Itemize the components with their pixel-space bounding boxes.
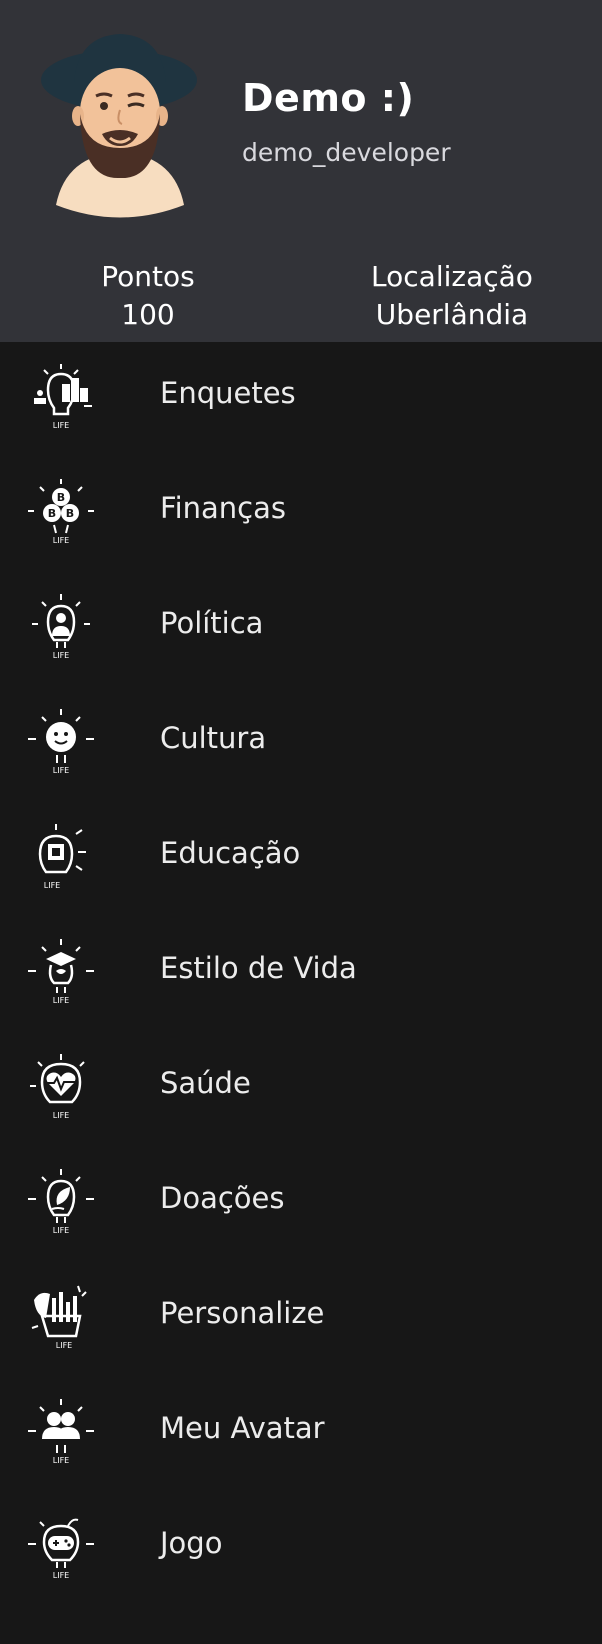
location-value: Uberlândia: [375, 298, 529, 331]
menu-item-label: Política: [160, 606, 264, 640]
points-value: 100: [121, 298, 175, 331]
profile-header: Demo :) demo_developer Pontos 100 Locali…: [0, 0, 602, 342]
bulb-heart-pulse-icon: LIFE: [30, 1054, 85, 1120]
points-label: Pontos: [101, 260, 195, 293]
bulb-ranking-icon: LIFE: [34, 364, 92, 430]
icon-caption: LIFE: [53, 536, 69, 545]
bulb-chip-icon: LIFE: [38, 824, 86, 890]
icon-caption: LIFE: [44, 881, 60, 890]
bulb-politician-icon: LIFE: [32, 594, 90, 660]
icon-caption: LIFE: [53, 651, 69, 660]
icon-caption: LIFE: [53, 1226, 69, 1235]
menu-item-label: Enquetes: [160, 376, 296, 410]
bulb-art-tools-icon: LIFE: [31, 1285, 87, 1350]
bulb-bitcoin-icon: B B B LIFE: [28, 479, 94, 545]
menu-item-meu-avatar[interactable]: LIFE Meu Avatar: [0, 1377, 602, 1477]
menu-item-educacao[interactable]: LIFE Educação: [0, 802, 602, 902]
icon-caption: LIFE: [53, 1456, 69, 1465]
avatar[interactable]: [36, 30, 204, 220]
icon-caption: LIFE: [53, 996, 69, 1005]
icon-caption: LIFE: [53, 1111, 69, 1120]
menu-item-label: Doações: [160, 1181, 285, 1215]
svg-text:B: B: [57, 491, 65, 504]
profile-name: Demo :): [242, 76, 415, 120]
menu-item-estilo-de-vida[interactable]: LIFE Estilo de Vida: [0, 917, 602, 1017]
bulb-gamepad-icon: LIFE: [28, 1518, 94, 1580]
menu-item-doacoes[interactable]: LIFE Doações: [0, 1147, 602, 1247]
svg-text:B: B: [48, 507, 56, 520]
menu-item-label: Jogo: [160, 1526, 223, 1560]
menu-item-label: Cultura: [160, 721, 267, 755]
menu-item-politica[interactable]: LIFE Política: [0, 572, 602, 672]
menu-item-jogo[interactable]: LIFE Jogo: [0, 1492, 602, 1592]
bulb-graduation-brain-icon: LIFE: [28, 939, 94, 1005]
icon-caption: LIFE: [53, 1571, 69, 1580]
menu-item-label: Saúde: [160, 1066, 251, 1100]
menu-item-label: Estilo de Vida: [160, 951, 357, 985]
menu-item-personalize[interactable]: LIFE Personalize: [0, 1262, 602, 1362]
points-stat: Pontos 100: [48, 258, 248, 334]
menu-item-saude[interactable]: LIFE Saúde: [0, 1032, 602, 1132]
icon-caption: LIFE: [53, 421, 69, 430]
icon-caption: LIFE: [53, 766, 69, 775]
icon-caption: LIFE: [56, 1341, 72, 1350]
menu-item-label: Finanças: [160, 491, 286, 525]
svg-text:B: B: [66, 507, 74, 520]
menu-item-financas[interactable]: B B B LIFE Finanças: [0, 457, 602, 557]
location-label: Localização: [371, 260, 533, 293]
app-root: Demo :) demo_developer Pontos 100 Locali…: [0, 0, 602, 1644]
profile-username: demo_developer: [242, 138, 451, 167]
menu-item-label: Meu Avatar: [160, 1411, 325, 1445]
menu-item-cultura[interactable]: LIFE Cultura: [0, 687, 602, 787]
menu-item-label: Personalize: [160, 1296, 325, 1330]
bulb-leaf-hand-icon: LIFE: [28, 1169, 94, 1235]
menu-item-enquetes[interactable]: LIFE Enquetes: [0, 342, 602, 442]
location-stat: Localização Uberlândia: [352, 258, 552, 334]
bulb-theater-masks-icon: LIFE: [28, 709, 94, 775]
menu-item-label: Educação: [160, 836, 301, 870]
bulb-users-icon: LIFE: [28, 1399, 94, 1465]
